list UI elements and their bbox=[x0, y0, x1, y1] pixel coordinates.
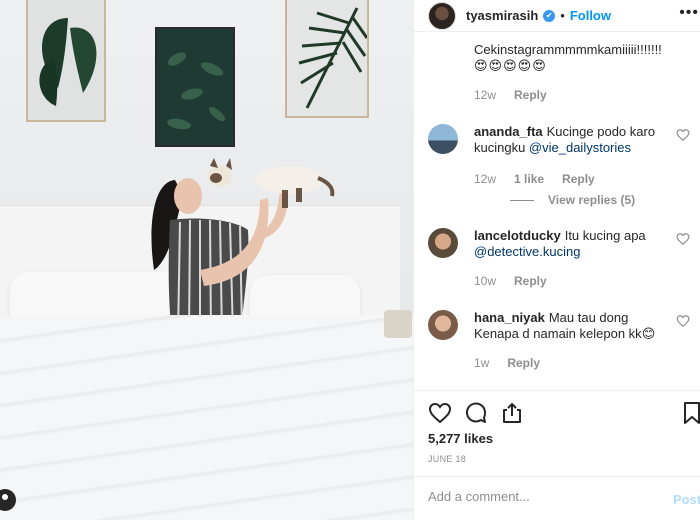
commenter-avatar[interactable] bbox=[428, 228, 458, 258]
comment-text-truncated: Cekinstagrammmmmkamiiiii!!!!!!! bbox=[474, 42, 662, 57]
comment-meta: 12w 1 like Reply bbox=[474, 172, 595, 186]
follow-button[interactable]: Follow bbox=[570, 8, 611, 23]
commenter-avatar[interactable] bbox=[428, 124, 458, 154]
post-comment-button[interactable]: Post bbox=[673, 492, 700, 507]
comment-time[interactable]: 10w bbox=[474, 274, 496, 288]
more-options-icon[interactable]: ••• bbox=[679, 4, 699, 22]
comment-emojis: 😍😍😍😍😍 bbox=[474, 58, 547, 73]
comment-meta: 1w Reply bbox=[474, 356, 540, 370]
comment-body: lancelotducky Itu kucing apa @detective.k… bbox=[474, 228, 672, 260]
like-comment-heart-icon[interactable] bbox=[676, 232, 690, 246]
post-date[interactable]: JUNE 18 bbox=[428, 454, 466, 464]
heart-icon[interactable] bbox=[428, 401, 452, 425]
comment-time[interactable]: 1w bbox=[474, 356, 489, 370]
comments-list[interactable]: Cekinstagrammmmmkamiiiii!!!!!!! 😍😍😍😍😍 12… bbox=[414, 32, 700, 388]
commenter-avatar[interactable] bbox=[428, 310, 458, 340]
comment-mention[interactable]: @detective.kucing bbox=[474, 244, 580, 259]
like-comment-heart-icon[interactable] bbox=[676, 314, 690, 328]
add-comment-bar: Post bbox=[414, 476, 700, 520]
comment-likes[interactable]: 1 like bbox=[514, 172, 544, 186]
comment-body: hana_niyak Mau tau dong Kenapa d namain k… bbox=[474, 310, 672, 342]
post-photo[interactable] bbox=[0, 0, 413, 520]
post-side-panel: tyasmirasih ✔ • Follow ••• Cekinstagramm… bbox=[413, 0, 700, 520]
reply-button[interactable]: Reply bbox=[514, 274, 547, 288]
bookmark-icon[interactable] bbox=[680, 401, 700, 425]
author-username[interactable]: tyasmirasih bbox=[466, 8, 538, 23]
comment-icon[interactable] bbox=[464, 401, 488, 425]
like-comment-heart-icon[interactable] bbox=[676, 128, 690, 142]
comment-mention[interactable]: @vie_dailystories bbox=[529, 140, 631, 155]
separator-dot: • bbox=[560, 8, 565, 23]
view-replies-button[interactable]: View replies (5) bbox=[510, 193, 635, 207]
reply-button[interactable]: Reply bbox=[562, 172, 595, 186]
reply-button[interactable]: Reply bbox=[507, 356, 540, 370]
comment-meta: 12w Reply bbox=[474, 88, 547, 102]
post-actions: 5,277 likes JUNE 18 bbox=[414, 390, 700, 476]
verified-badge-icon: ✔ bbox=[543, 9, 556, 22]
comment-body: ananda_fta Kucinge podo karo kucingku @vi… bbox=[474, 124, 672, 156]
likes-count[interactable]: 5,277 likes bbox=[428, 431, 493, 446]
post-header: tyasmirasih ✔ • Follow ••• bbox=[414, 0, 700, 32]
share-icon[interactable] bbox=[500, 401, 524, 425]
comment-time[interactable]: 12w bbox=[474, 172, 496, 186]
commenter-username[interactable]: ananda_fta bbox=[474, 124, 543, 139]
comment-emoji: 😊 bbox=[641, 326, 656, 341]
commenter-username[interactable]: lancelotducky bbox=[474, 228, 561, 243]
reply-button[interactable]: Reply bbox=[514, 88, 547, 102]
commenter-username[interactable]: hana_niyak bbox=[474, 310, 545, 325]
person-with-cat bbox=[151, 158, 335, 336]
comment-text: Itu kucing apa bbox=[564, 228, 646, 243]
view-replies-label: View replies (5) bbox=[548, 193, 636, 207]
wall-art-monstera bbox=[26, 0, 106, 122]
bedside-lamp bbox=[384, 310, 412, 338]
author-avatar[interactable] bbox=[428, 1, 456, 30]
add-comment-input[interactable] bbox=[428, 489, 648, 504]
comment-time[interactable]: 12w bbox=[474, 88, 496, 102]
bed-blanket bbox=[0, 315, 413, 520]
comment-meta: 10w Reply bbox=[474, 274, 547, 288]
wall-art-palm bbox=[285, 0, 369, 118]
wall-art-leaves bbox=[155, 27, 235, 147]
